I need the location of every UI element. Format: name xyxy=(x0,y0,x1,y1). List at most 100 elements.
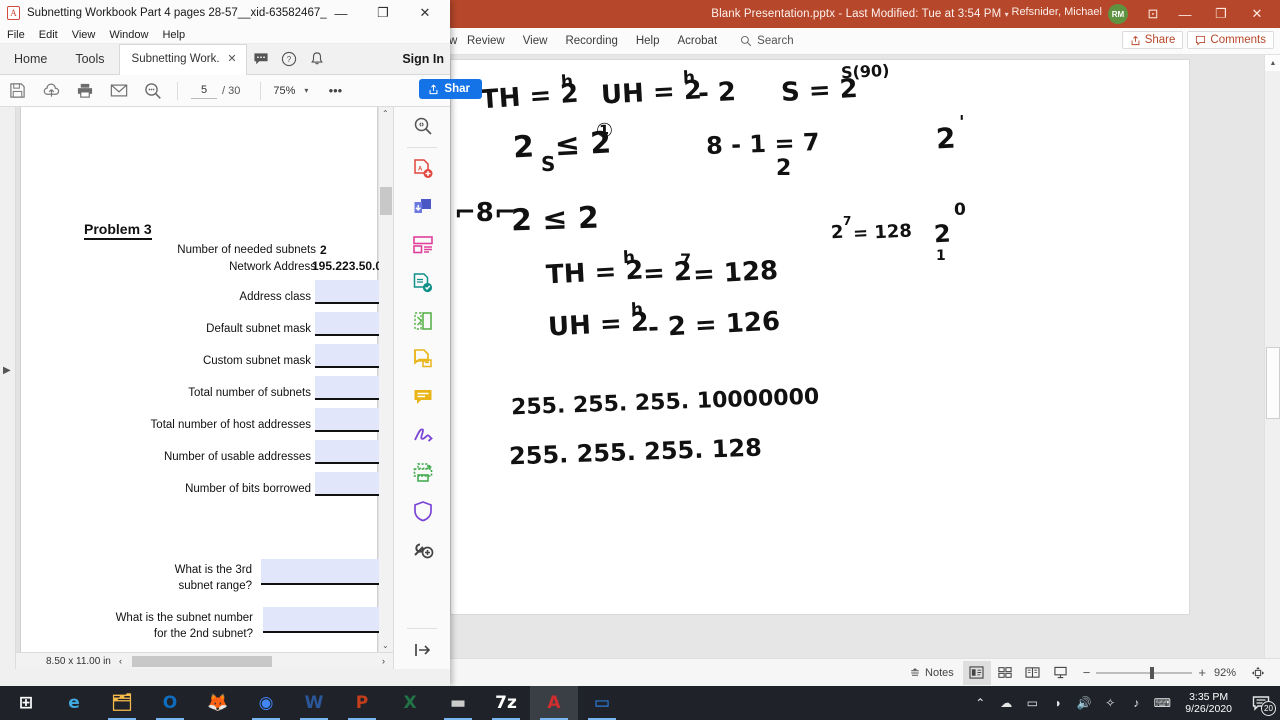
minimize-button[interactable]: — xyxy=(1166,0,1204,28)
dropbox-icon[interactable]: ✧ xyxy=(1097,686,1123,720)
comment-icon[interactable] xyxy=(394,378,451,416)
expand-navigation-icon[interactable]: ▶ xyxy=(3,365,11,376)
export-pdf-icon[interactable] xyxy=(394,188,451,226)
tab-document[interactable]: Subnetting Work... ✕ xyxy=(118,43,247,75)
battery-icon[interactable]: ▭ xyxy=(1019,686,1045,720)
create-pdf-icon[interactable]: A xyxy=(394,150,451,188)
acrobat-share-button[interactable]: Shar xyxy=(419,79,482,99)
volume-icon[interactable]: 🔊 xyxy=(1071,686,1097,720)
slide-vertical-scrollbar[interactable]: ▲ xyxy=(1264,55,1280,658)
show-hidden-icons[interactable]: ⌃ xyxy=(967,686,993,720)
taskbar-edge[interactable]: e xyxy=(50,686,98,720)
pdf-vertical-scrollbar[interactable]: ⌃ ⌄ xyxy=(379,107,393,652)
title-dropdown-caret-icon[interactable]: ▾ xyxy=(1005,10,1009,19)
feedback-icon[interactable] xyxy=(247,44,275,75)
taskbar-powerpoint[interactable]: P xyxy=(338,686,386,720)
tab-close-icon[interactable]: ✕ xyxy=(227,44,236,75)
taskbar-zoom[interactable]: ▭ xyxy=(578,686,626,720)
print-button[interactable] xyxy=(68,76,102,106)
zoom-out-button[interactable]: − xyxy=(1083,665,1091,680)
field-q2[interactable] xyxy=(263,607,393,633)
navigation-pane-rail[interactable]: ▶ xyxy=(0,107,16,669)
account-name[interactable]: Refsnider, Michael xyxy=(1012,6,1103,18)
pdf-scroll-up-icon[interactable]: ⌃ xyxy=(382,109,389,118)
tab-review[interactable]: Review xyxy=(458,28,514,55)
tab-view[interactable]: View xyxy=(514,28,557,55)
onedrive-icon[interactable]: ☁ xyxy=(993,686,1019,720)
share-button[interactable]: Share xyxy=(1121,31,1184,49)
taskbar-chrome[interactable]: ◉ xyxy=(242,686,290,720)
organize-pages-icon[interactable] xyxy=(394,226,451,264)
tab-recording[interactable]: Recording xyxy=(556,28,626,55)
help-icon[interactable]: ? xyxy=(275,44,303,75)
notification-center-button[interactable]: 20 xyxy=(1242,686,1280,720)
taskbar-7zip[interactable]: 7z xyxy=(482,686,530,720)
menu-file[interactable]: File xyxy=(0,29,32,41)
pdf-viewport[interactable]: Problem 3 Number of needed subnets 2 Net… xyxy=(16,107,393,669)
menu-view[interactable]: View xyxy=(65,29,103,41)
tab-home[interactable]: Home xyxy=(0,44,61,75)
pdf-scrollbar-thumb[interactable] xyxy=(380,187,392,215)
view-slide-sorter-button[interactable] xyxy=(991,661,1019,685)
sync-icon[interactable]: ♪ xyxy=(1123,686,1149,720)
avatar[interactable]: RM xyxy=(1108,4,1128,24)
protect-icon[interactable] xyxy=(394,492,451,530)
acrobat-minimize-button[interactable]: — xyxy=(320,0,362,26)
slideshow-button[interactable] xyxy=(1047,661,1075,685)
email-button[interactable] xyxy=(102,76,136,106)
start-button[interactable]: ⊞ xyxy=(2,686,50,720)
notes-button[interactable]: Notes xyxy=(900,660,963,686)
search-box[interactable]: Search xyxy=(740,35,794,47)
page-number-input[interactable]: 5 xyxy=(191,82,217,99)
scrollbar-thumb[interactable] xyxy=(1266,347,1280,419)
close-button[interactable]: ✕ xyxy=(1238,0,1276,28)
hscroll-right-arrow-icon[interactable]: › xyxy=(382,656,385,666)
notifications-icon[interactable] xyxy=(303,44,331,75)
view-reading-button[interactable] xyxy=(1019,661,1047,685)
taskbar-file-explorer[interactable]: 🗂 xyxy=(98,686,146,720)
taskbar-firefox[interactable]: 🦊 xyxy=(194,686,242,720)
view-normal-button[interactable] xyxy=(962,660,991,685)
zoom-level-label[interactable]: 92% xyxy=(1214,667,1244,679)
maximize-button[interactable]: ❐ xyxy=(1202,0,1240,28)
comments-button[interactable]: Comments xyxy=(1187,31,1274,49)
search-document-icon[interactable] xyxy=(394,107,451,145)
fit-slide-to-window-button[interactable] xyxy=(1244,661,1272,685)
taskbar-excel[interactable]: X xyxy=(386,686,434,720)
tab-tools[interactable]: Tools xyxy=(61,44,118,75)
menu-edit[interactable]: Edit xyxy=(32,29,65,41)
pdf-horizontal-scrollbar[interactable]: 8.50 x 11.00 in ‹ › xyxy=(16,652,393,669)
menu-help[interactable]: Help xyxy=(155,29,192,41)
zoom-in-button[interactable]: + xyxy=(1198,665,1206,680)
touch-keyboard-icon[interactable]: ⌨ xyxy=(1149,686,1175,720)
menu-window[interactable]: Window xyxy=(102,29,155,41)
wifi-icon[interactable]: ◗ xyxy=(1045,686,1071,720)
acrobat-close-button[interactable]: ✕ xyxy=(404,0,446,26)
taskbar-acrobat[interactable]: A xyxy=(530,686,578,720)
taskbar-outlook[interactable]: O xyxy=(146,686,194,720)
print-production-icon[interactable] xyxy=(394,454,451,492)
more-tools-icon[interactable] xyxy=(394,530,451,568)
pdf-zoom-level[interactable]: 75% xyxy=(273,85,295,97)
tab-acrobat[interactable]: Acrobat xyxy=(669,28,727,55)
slide-surface[interactable]: TH = 2 h UH = 2h- 2S = 2 S(90) 2 ≤ 2S①8 - 1 … xyxy=(450,59,1190,615)
clock[interactable]: 3:35 PM 9/26/2020 xyxy=(1175,691,1242,715)
taskbar-terminal[interactable]: ▬ xyxy=(434,686,482,720)
request-signatures-icon[interactable] xyxy=(394,416,451,454)
tab-help[interactable]: Help xyxy=(627,28,669,55)
pdf-page[interactable]: Problem 3 Number of needed subnets 2 Net… xyxy=(20,107,393,669)
zoom-dropdown-caret-icon[interactable]: ▾ xyxy=(304,86,308,95)
field-q1[interactable] xyxy=(261,559,393,585)
scroll-up-arrow-icon[interactable]: ▲ xyxy=(1265,55,1280,71)
zoom-knob[interactable] xyxy=(1150,666,1155,679)
acrobat-maximize-button[interactable]: ❐ xyxy=(362,0,404,26)
edit-pdf-icon[interactable] xyxy=(394,264,451,302)
save-button[interactable] xyxy=(0,76,34,106)
taskbar-word[interactable]: W xyxy=(290,686,338,720)
hscroll-thumb[interactable] xyxy=(132,656,272,667)
fill-and-sign-icon[interactable] xyxy=(394,340,451,378)
upload-to-cloud-button[interactable] xyxy=(34,76,68,106)
zoom-track[interactable] xyxy=(1096,666,1193,679)
zoom-slider[interactable]: − + xyxy=(1075,665,1214,680)
pdf-scroll-down-icon[interactable]: ⌄ xyxy=(382,641,389,650)
